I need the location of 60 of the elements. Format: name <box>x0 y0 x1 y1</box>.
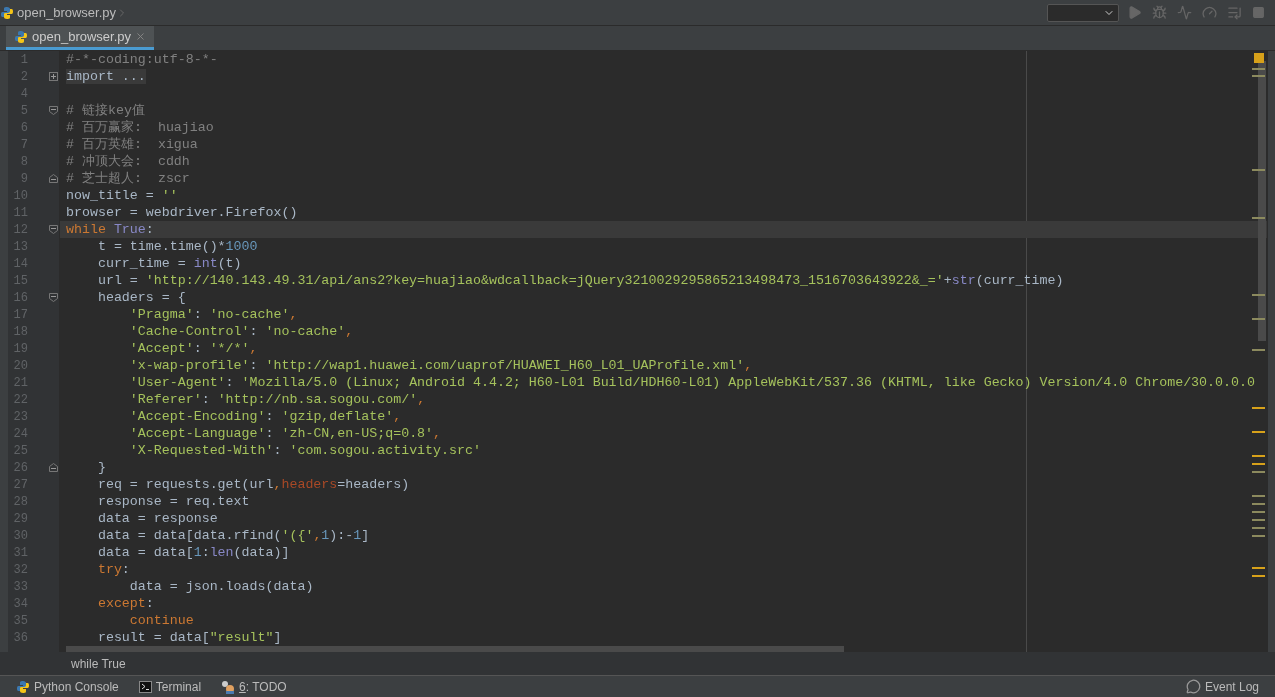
fold-icon[interactable] <box>49 106 58 115</box>
editor-tab[interactable]: open_browser.py <box>6 26 154 50</box>
run-configuration-dropdown[interactable] <box>1047 3 1119 22</box>
code-line: #-*-coding:utf-8-*- <box>65 51 219 68</box>
code-line: data = response <box>96 510 219 527</box>
code-line: # 芝士超人: zscr <box>65 170 191 187</box>
code-line: data = json.loads(data) <box>128 578 315 595</box>
code-line: # 链接key值 <box>65 102 146 119</box>
code-line: url = 'http://140.143.49.31/api/ans2?key=huajiao&wdcallback=jQuery3210029295865213498473_1516703643922&_='+str(curr_time) <box>96 272 1065 289</box>
expand-icon[interactable] <box>49 72 58 81</box>
tool-window-button[interactable]: Terminal <box>138 677 202 696</box>
code-line: response = req.text <box>96 493 251 510</box>
close-icon[interactable] <box>135 31 146 42</box>
python-icon <box>14 29 28 44</box>
code-line: # 百万赢家: huajiao <box>65 119 215 136</box>
code-line: 'x-wap-profile': 'http://wap1.huawei.com/uaprof/HUAWEI_H60_L01_UAProfile.xml', <box>128 357 754 374</box>
speech-bubble-icon <box>1185 679 1201 694</box>
breadcrumb-item[interactable]: while True <box>71 654 126 673</box>
code-line: data = data[1:len(data)] <box>96 544 291 561</box>
tool-window-button[interactable]: 6: TODO <box>221 677 287 696</box>
code-line: 'Cache-Control': 'no-cache', <box>128 323 355 340</box>
code-line: continue <box>128 612 195 629</box>
code-line: 'Pragma': 'no-cache', <box>128 306 299 323</box>
code-line: data = data[data.rfind('({',1):-1] <box>96 527 371 544</box>
code-line: t = time.time()*1000 <box>96 238 259 255</box>
profile-icon[interactable] <box>1202 5 1217 20</box>
stop-icon[interactable] <box>1252 6 1265 19</box>
code-line: 'Referer': 'http://nb.sa.sogou.com/', <box>128 391 427 408</box>
code-line: # 冲顶大会: cddh <box>65 153 191 170</box>
code-line: curr_time = int(t) <box>96 255 243 272</box>
python-icon <box>16 679 30 694</box>
code-line: browser = webdriver.Firefox() <box>65 204 299 221</box>
code-line: headers = { <box>96 289 187 306</box>
code-line: req = requests.get(url,headers=headers) <box>96 476 411 493</box>
horizontal-scrollbar[interactable] <box>66 646 844 652</box>
debug-icon[interactable] <box>1152 5 1167 20</box>
code-line: try: <box>96 561 131 578</box>
coverage-icon[interactable] <box>1177 5 1192 20</box>
terminal-icon <box>138 680 152 693</box>
fold-icon[interactable] <box>49 293 58 302</box>
code-line: 'Accept-Encoding': 'gzip,deflate', <box>128 408 403 425</box>
fold-icon[interactable] <box>49 225 58 234</box>
code-line: 'User-Agent': 'Mozilla/5.0 (Linux; Android 4.4.2; H60-L01 Build/HDH60-L01) AppleWebKit/537.36 (KHTML, like Gecko) Version/4.0 Chrome/30.0.0.0 <box>128 374 1256 391</box>
code-line: 'X-Requested-With': 'com.sogou.activity.src' <box>128 442 482 459</box>
code-line: except: <box>96 595 155 612</box>
code-line: now_title = '' <box>65 187 179 204</box>
fold-end-icon[interactable] <box>49 463 58 472</box>
fold-end-icon[interactable] <box>49 174 58 183</box>
concurrency-icon[interactable] <box>1227 5 1242 20</box>
event-log-button[interactable]: Event Log <box>1185 677 1259 696</box>
python-icon <box>0 5 14 20</box>
todo-icon <box>221 679 236 694</box>
code-line: } <box>96 459 107 476</box>
code-line: 'Accept': '*/*', <box>128 340 259 357</box>
run-icon[interactable] <box>1127 5 1142 20</box>
code-line: 'Accept-Language': 'zh-CN,en-US;q=0.8', <box>128 425 443 442</box>
tool-window-button[interactable]: Python Console <box>16 677 119 696</box>
vertical-scrollbar[interactable] <box>1258 61 1266 341</box>
code-line: # 百万英雄: xigua <box>65 136 199 153</box>
code-line: result = data["result"] <box>96 629 283 646</box>
